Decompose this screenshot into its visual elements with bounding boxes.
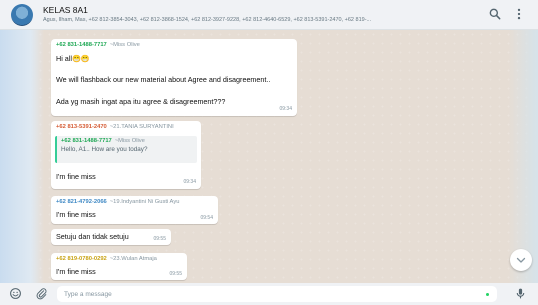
sender-phone[interactable]: +62 821-4792-2066 [56, 199, 107, 205]
background-edge [0, 30, 44, 283]
sender-phone[interactable]: +62 831-1488-7717 [56, 42, 107, 48]
message-sender[interactable]: +62 831-1488-7717 ~Miss Olive [56, 42, 292, 48]
emoji: 😁😁 [71, 54, 90, 63]
more-vertical-icon[interactable] [512, 7, 526, 21]
quote-text: Hello, A1.. How are you today? [61, 146, 148, 153]
message-sender[interactable]: +62 819-0780-0292 ~23.Wulan Atmaja [56, 256, 182, 262]
microphone-icon[interactable] [514, 287, 527, 300]
message-bubble[interactable]: +62 831-1488-7717 ~Miss Olive Hi all😁😁 We… [51, 39, 297, 116]
message-text: Ada yg masih ingat apa itu agree & disag… [56, 97, 226, 106]
message-time: 09:34 [183, 179, 196, 185]
message-time: 09:54 [200, 215, 213, 221]
chevron-down-icon [516, 257, 526, 263]
group-title[interactable]: KELAS 8A1 [43, 5, 88, 15]
sender-phone[interactable]: +62 813-5391-2470 [56, 124, 107, 130]
paperclip-icon[interactable] [35, 287, 48, 300]
quoted-message[interactable]: +62 831-1488-7717 ~Miss Olive Hello, A1..… [55, 136, 197, 163]
message-bubble[interactable]: Setuju dan tidak setuju 09:55 [51, 229, 171, 245]
status-dot [486, 293, 489, 296]
message-text: Hi all😁😁 [56, 54, 90, 63]
message-input-box[interactable] [57, 286, 497, 302]
message-bubble[interactable]: +62 821-4792-2066 ~19.Indyantini Ni Gusti… [51, 196, 218, 224]
message-text: I'm fine miss [56, 172, 96, 181]
composer-bar [0, 283, 538, 305]
search-icon[interactable] [488, 7, 502, 21]
message-bubble[interactable]: +62 819-0780-0292 ~23.Wulan Atmaja I'm fi… [51, 253, 187, 280]
sender-name: ~Miss Olive [109, 42, 140, 48]
message-bubble[interactable]: +62 813-5391-2470 ~21.TANIA SURYANTINI +6… [51, 121, 201, 189]
group-members: Agus, Ilham, Mas, +62 812-3854-3043, +62… [43, 17, 372, 23]
emoji-icon[interactable] [9, 287, 22, 300]
background-edge-right [508, 30, 538, 283]
message-sender[interactable]: +62 813-5391-2470 ~21.TANIA SURYANTINI [56, 124, 196, 130]
message-text: I'm fine miss [56, 267, 96, 276]
message-time: 09:34 [279, 106, 292, 112]
sender-phone[interactable]: +62 819-0780-0292 [56, 256, 107, 262]
group-avatar[interactable] [11, 4, 33, 26]
chat-header[interactable]: KELAS 8A1 Agus, Ilham, Mas, +62 812-3854… [0, 0, 538, 30]
message-text: We will flashback our new material about… [56, 75, 271, 84]
message-input[interactable] [57, 286, 497, 302]
message-time: 09:55 [153, 236, 166, 242]
sender-name: ~21.TANIA SURYANTINI [109, 124, 174, 130]
sender-name: ~19.Indyantini Ni Gusti Ayu [109, 199, 180, 205]
message-line: Hi all [56, 54, 72, 63]
message-text: Setuju dan tidak setuju [56, 232, 129, 241]
message-time: 09:55 [169, 271, 182, 277]
message-sender[interactable]: +62 821-4792-2066 ~19.Indyantini Ni Gusti… [56, 199, 213, 205]
message-text: I'm fine miss [56, 210, 96, 219]
quote-name: ~Miss Olive [114, 138, 145, 144]
scroll-to-bottom-button[interactable] [510, 249, 532, 271]
quote-phone: +62 831-1488-7717 [61, 138, 112, 144]
sender-name: ~23.Wulan Atmaja [109, 256, 157, 262]
